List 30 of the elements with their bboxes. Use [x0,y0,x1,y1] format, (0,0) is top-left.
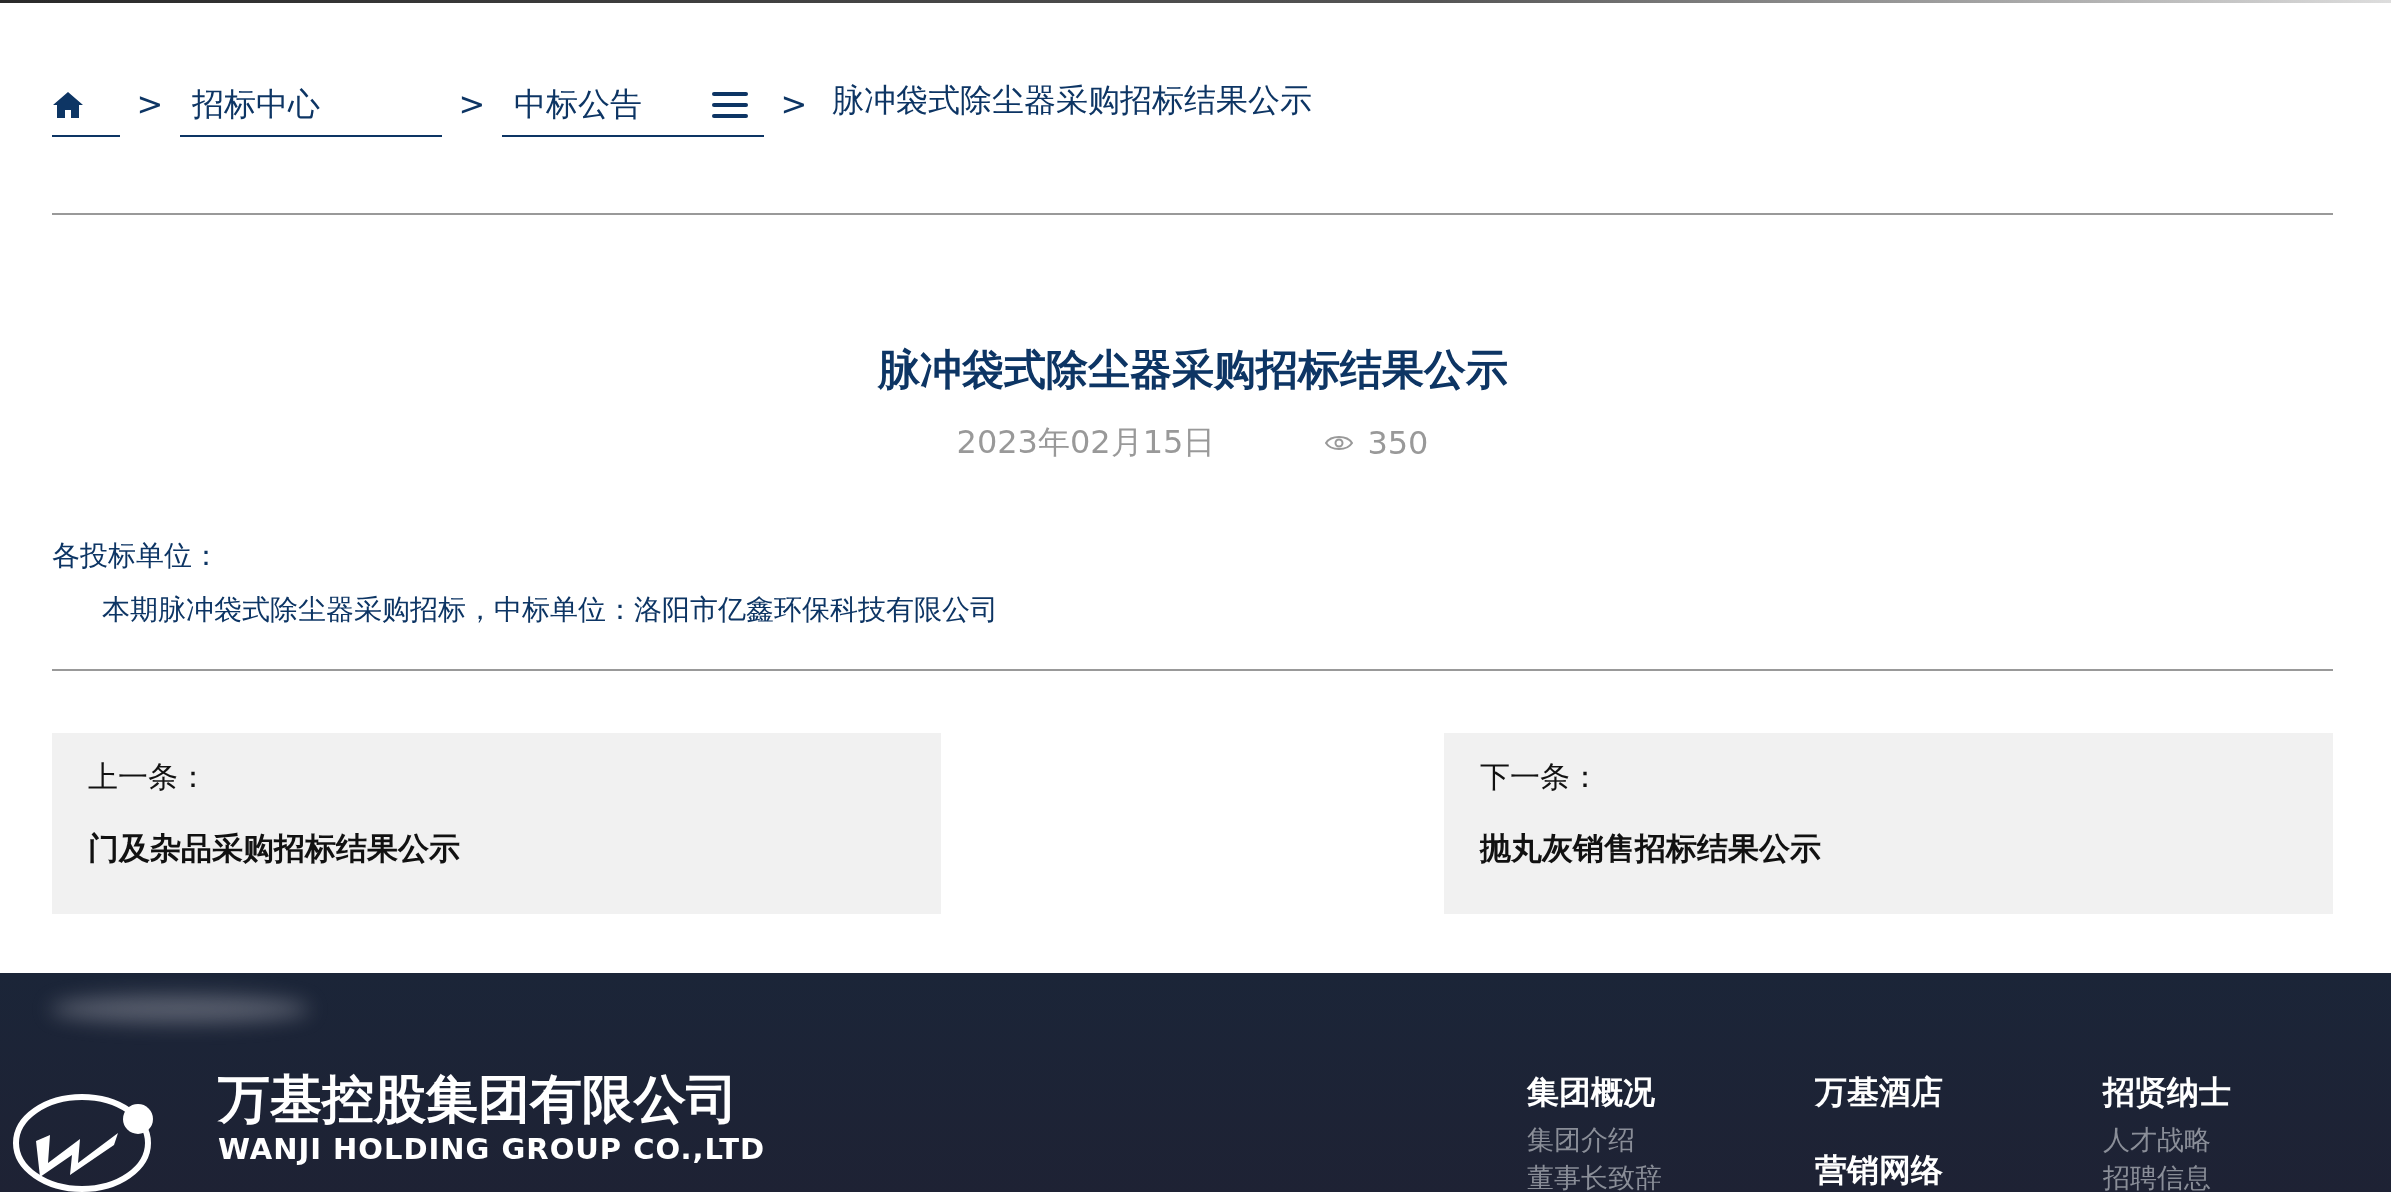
body-text: 本期脉冲袋式除尘器采购招标，中标单位：洛阳市亿鑫环保科技有限公司 [102,592,999,629]
menu-icon [712,91,748,119]
breadcrumb-separator: > [779,85,809,125]
breadcrumb-dropdown[interactable]: 中标公告 [502,75,764,137]
home-icon [52,91,84,119]
pager-title: 门及杂品采购招标结果公示 [88,829,461,869]
breadcrumb-link[interactable]: 招标中心 [180,75,442,137]
eye-icon [1325,434,1354,453]
footer-heading-link[interactable]: 营销网络 [1815,1149,2103,1192]
pager-title: 抛丸灰销售招标结果公示 [1480,829,1822,869]
breadcrumb-separator: > [457,85,487,125]
pager-label: 上一条： [88,758,209,797]
footer-heading-link[interactable]: 招贤纳士 [2103,1071,2391,1115]
footer-link[interactable]: 人才战略 [2103,1121,2391,1159]
breadcrumb-separator: > [135,85,165,125]
greeting-text: 各投标单位： [52,538,221,575]
company-name: 万基控股集团有限公司 [218,1068,739,1131]
article-title: 脉冲袋式除尘器采购招标结果公示 [876,345,1509,396]
footer-link[interactable]: 招聘信息 [2103,1158,2391,1192]
footer-link[interactable]: 董事长致辞 [1527,1158,1815,1192]
footer-heading-link[interactable]: 集团概况 [1527,1071,1815,1115]
pager-card[interactable]: 下一条： 抛丸灰销售招标结果公示 [1444,733,2333,915]
pager-label: 下一条： [1480,758,1601,797]
footer-link[interactable]: 集团介绍 [1527,1121,1815,1159]
footer-heading-link[interactable]: 万基酒店 [1815,1071,2103,1115]
pager-card[interactable]: 上一条： 门及杂品采购招标结果公示 [52,733,941,915]
publish-date: 2023年02月15日 [956,422,1216,464]
company-name-english: WANJI HOLDING GROUP CO.,LTD [218,1132,766,1166]
breadcrumb-current: 脉冲袋式除尘器采购招标结果公示 [831,80,1312,121]
view-count: 350 [1367,424,1429,463]
